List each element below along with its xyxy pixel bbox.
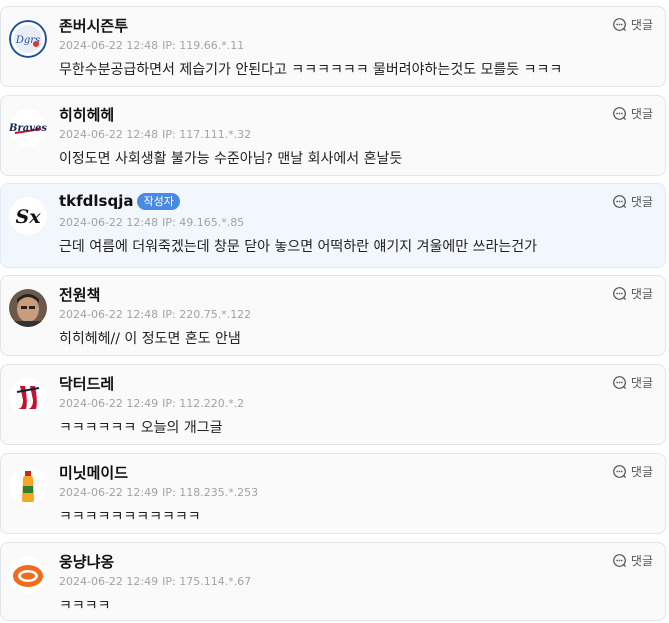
reply-label: 댓글 (630, 287, 653, 301)
nickname-text[interactable]: 미닛메이드 (59, 462, 128, 483)
comment-nickname[interactable]: 닥터드레 (59, 373, 114, 394)
speech-bubble-icon (612, 195, 626, 209)
comment-ip: IP: 175.114.*.67 (162, 575, 252, 588)
nickname-text[interactable]: 웅냥냐옹 (59, 551, 114, 572)
comment-text: 히히헤헤// 이 정도면 혼도 안냄 (59, 331, 241, 347)
comment-ip: IP: 112.220.*.2 (162, 397, 245, 410)
reply-label: 댓글 (630, 554, 653, 568)
comment-ip: IP: 49.165.*.85 (162, 216, 245, 229)
comment-item: 닥터드레 2024-06-22 12:49 IP: 112.220.*.2 ㅋㅋㅋ… (0, 364, 666, 445)
comment-ip: IP: 118.235.*.253 (162, 486, 259, 499)
comment-nickname[interactable]: 히히헤헤 (59, 104, 114, 125)
comment-meta: 2024-06-22 12:49 IP: 118.235.*.253 (59, 486, 258, 499)
svg-text:Braves: Braves (9, 123, 47, 134)
nickname-text[interactable]: tkfdlsqja (59, 192, 133, 210)
speech-bubble-icon (612, 376, 626, 390)
comment-date: 2024-06-22 12:48 (59, 39, 159, 52)
author-badge: 작성자 (137, 192, 180, 210)
reply-button[interactable]: 댓글 (612, 193, 653, 210)
juice-bottle-icon[interactable] (9, 467, 47, 505)
comment-date: 2024-06-22 12:49 (59, 575, 159, 588)
nickname-text[interactable]: 히히헤헤 (59, 104, 114, 125)
speech-bubble-icon (612, 554, 626, 568)
dodgers-logo-icon[interactable]: Dgrs (9, 20, 47, 58)
comment-ip: IP: 119.66.*.11 (162, 39, 245, 52)
comment-item: 미닛메이드 2024-06-22 12:49 IP: 118.235.*.253 … (0, 453, 666, 534)
comment-text: 이정도면 사회생활 불가능 수준아님? 맨날 회사에서 혼날듯 (59, 151, 403, 167)
comment-text: ㅋㅋㅋㅋㅋㅋ 오늘의 개그글 (59, 420, 223, 436)
comment-meta: 2024-06-22 12:48 IP: 119.66.*.11 (59, 39, 244, 52)
speech-bubble-icon (612, 18, 626, 32)
comment-text: 근데 여름에 더워죽겠는데 창문 닫아 놓으면 어떡하란 얘기지 겨울에만 쓰라… (59, 239, 537, 255)
comment-nickname[interactable]: 웅냥냐옹 (59, 551, 114, 572)
speech-bubble-icon (612, 465, 626, 479)
reply-button[interactable]: 댓글 (612, 105, 653, 122)
speech-bubble-icon (612, 287, 626, 301)
comment-item: 웅냥냐옹 2024-06-22 12:49 IP: 175.114.*.67 ㅋㅋ… (0, 542, 666, 621)
reply-button[interactable]: 댓글 (612, 463, 653, 480)
reply-button[interactable]: 댓글 (612, 374, 653, 391)
comment-meta: 2024-06-22 12:48 IP: 49.165.*.85 (59, 216, 244, 229)
nickname-text[interactable]: 존버시즌투 (59, 15, 128, 36)
red-sox-logo-icon[interactable] (9, 378, 47, 416)
comment-item-author: Sx tkfdlsqja 작성자 2024-06-22 12:48 IP: 49.1… (0, 183, 666, 268)
comment-nickname[interactable]: 존버시즌투 (59, 15, 128, 36)
comment-item: Braves 히히헤헤 2024-06-22 12:48 IP: 117.111.… (0, 95, 666, 176)
comment-date: 2024-06-22 12:49 (59, 486, 159, 499)
white-sox-logo-icon[interactable]: Sx (9, 197, 47, 235)
comment-date: 2024-06-22 12:48 (59, 216, 159, 229)
reply-button[interactable]: 댓글 (612, 285, 653, 302)
reply-label: 댓글 (630, 195, 653, 209)
person-photo-icon[interactable] (9, 289, 47, 327)
comment-date: 2024-06-22 12:49 (59, 397, 159, 410)
nickname-text[interactable]: 닥터드레 (59, 373, 114, 394)
comment-meta: 2024-06-22 12:48 IP: 117.111.*.32 (59, 128, 251, 141)
comment-ip: IP: 220.75.*.122 (162, 308, 252, 321)
speech-bubble-icon (612, 107, 626, 121)
svg-text:Sx: Sx (15, 206, 41, 228)
comment-date: 2024-06-22 12:48 (59, 128, 159, 141)
comment-date: 2024-06-22 12:48 (59, 308, 159, 321)
comment-text: 무한수분공급하면서 제습기가 안된다고 ㅋㅋㅋㅋㅋㅋ 물버려야하는것도 모를듯 … (59, 62, 563, 78)
comment-text: ㅋㅋㅋㅋㅋㅋㅋㅋㅋㅋㅋ (59, 509, 201, 525)
comment-item: 전원책 2024-06-22 12:48 IP: 220.75.*.122 히히헤… (0, 275, 666, 356)
comment-meta: 2024-06-22 12:49 IP: 112.220.*.2 (59, 397, 244, 410)
comment-item: Dgrs 존버시즌투 2024-06-22 12:48 IP: 119.66.*.… (0, 6, 666, 87)
reply-label: 댓글 (630, 465, 653, 479)
reply-label: 댓글 (630, 18, 653, 32)
reply-button[interactable]: 댓글 (612, 552, 653, 569)
comment-meta: 2024-06-22 12:48 IP: 220.75.*.122 (59, 308, 251, 321)
nickname-text[interactable]: 전원책 (59, 284, 100, 305)
braves-logo-icon[interactable]: Braves (9, 109, 47, 147)
comment-nickname[interactable]: 미닛메이드 (59, 462, 128, 483)
comment-text: ㅋㅋㅋㅋ (59, 598, 111, 614)
orange-logo-icon[interactable] (9, 556, 47, 594)
reply-button[interactable]: 댓글 (612, 16, 653, 33)
comment-nickname[interactable]: tkfdlsqja 작성자 (59, 192, 180, 210)
reply-label: 댓글 (630, 107, 653, 121)
comment-nickname[interactable]: 전원책 (59, 284, 100, 305)
reply-label: 댓글 (630, 376, 653, 390)
comment-ip: IP: 117.111.*.32 (162, 128, 252, 141)
comment-meta: 2024-06-22 12:49 IP: 175.114.*.67 (59, 575, 251, 588)
